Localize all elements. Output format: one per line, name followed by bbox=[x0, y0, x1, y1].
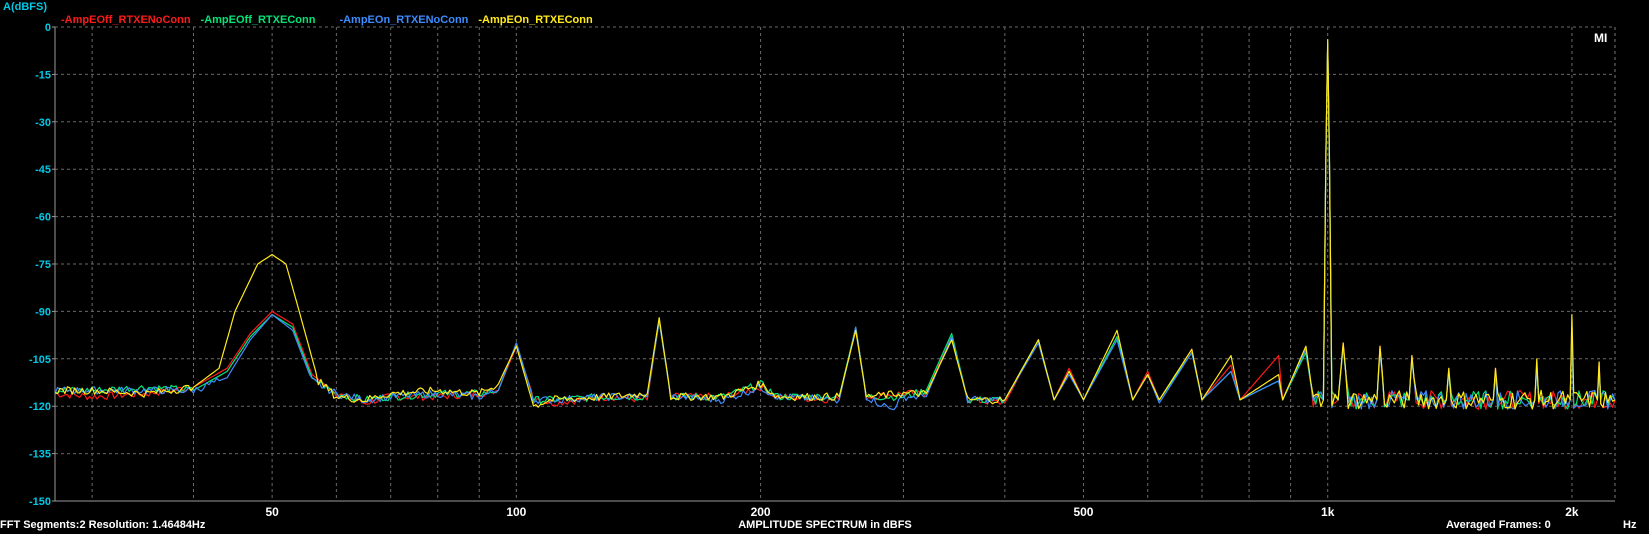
legend-entry-AmpEOn_RTXEConn: -AmpEOn_RTXEConn bbox=[478, 14, 593, 26]
y-tick-label: -150 bbox=[29, 496, 51, 508]
chart-title: AMPLITUDE SPECTRUM in dBFS bbox=[738, 519, 912, 531]
x-axis-unit: Hz bbox=[1623, 519, 1637, 531]
x-tick-label: 200 bbox=[751, 505, 771, 519]
footer-averaged-frames: Averaged Frames: 0 bbox=[1446, 519, 1551, 531]
mi-logo: MI bbox=[1594, 31, 1607, 45]
y-tick-label: -120 bbox=[29, 401, 51, 413]
footer-fft-info: FFT Segments:2 Resolution: 1.46484Hz bbox=[0, 519, 206, 531]
y-tick-label: -105 bbox=[29, 354, 51, 366]
legend-entry-AmpEOff_RTXENoConn: -AmpEOff_RTXENoConn bbox=[61, 14, 191, 26]
y-tick-label: -75 bbox=[35, 259, 51, 271]
y-tick-label: -135 bbox=[29, 449, 51, 461]
legend-entry-AmpEOn_RTXENoConn: -AmpEOn_RTXENoConn bbox=[339, 14, 468, 26]
y-tick-label: -90 bbox=[35, 306, 51, 318]
legend-entry-AmpEOff_RTXEConn: -AmpEOff_RTXEConn bbox=[201, 14, 316, 26]
y-tick-label: -15 bbox=[35, 69, 51, 81]
y-tick-label: -30 bbox=[35, 117, 51, 129]
x-tick-label: 2k bbox=[1565, 505, 1579, 519]
y-tick-label: -45 bbox=[35, 164, 51, 176]
y-tick-label: 0 bbox=[45, 22, 51, 34]
x-tick-label: 50 bbox=[265, 505, 279, 519]
x-tick-label: 100 bbox=[506, 505, 526, 519]
y-tick-label: -60 bbox=[35, 212, 51, 224]
x-tick-label: 1k bbox=[1321, 505, 1335, 519]
y-axis-title: A(dBFS) bbox=[3, 1, 47, 13]
spectrum-chart: 0 -15 -30 -45 -60 -75 -90 -105 -120 -135 -150 50 10… bbox=[0, 0, 1649, 534]
x-tick-label: 500 bbox=[1073, 505, 1093, 519]
